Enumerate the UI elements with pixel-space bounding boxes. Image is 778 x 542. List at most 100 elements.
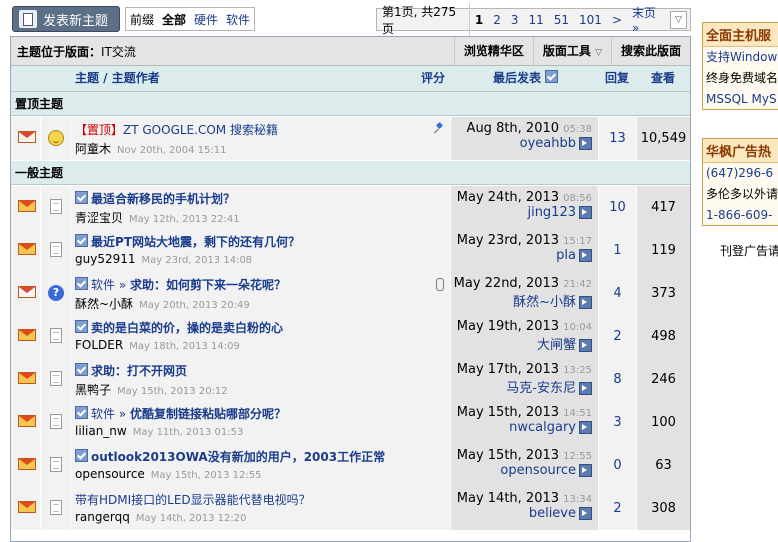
topic-author: 青涩宝贝 May 12th, 2013 22:41 bbox=[75, 209, 450, 226]
last-poster-link[interactable]: jing123 bbox=[527, 205, 576, 220]
topic-board[interactable]: 软件 » bbox=[91, 407, 130, 421]
page-1[interactable]: 1 bbox=[470, 13, 488, 27]
last-poster-link[interactable]: nwcalgary bbox=[509, 420, 576, 435]
go-to-last-post-icon[interactable] bbox=[579, 339, 592, 352]
page-51[interactable]: 51 bbox=[549, 13, 574, 27]
go-to-last-post-icon[interactable] bbox=[579, 206, 592, 219]
topic-title[interactable]: 软件 » 优酷复制链接粘贴哪部分呢？ bbox=[75, 405, 450, 422]
page-11[interactable]: 11 bbox=[523, 13, 548, 27]
page-3[interactable]: 3 bbox=[506, 13, 524, 27]
last-poster-link[interactable]: 大闸蟹 bbox=[537, 338, 576, 353]
reply-count[interactable]: 8 bbox=[599, 358, 637, 401]
ad-huafeng[interactable]: 华枫广告热 (647)296-6 多伦多以外请 1-866-609- bbox=[702, 138, 778, 226]
topic-date: May 20th, 2013 20:49 bbox=[139, 300, 250, 311]
filter-software[interactable]: 软件 bbox=[226, 11, 250, 28]
author-name[interactable]: rangerqq bbox=[75, 510, 130, 524]
breadcrumb-label: 主题位于版面： bbox=[17, 44, 102, 59]
envelope-icon bbox=[18, 243, 36, 255]
topic-title[interactable]: 求助：打不开网页 bbox=[75, 362, 450, 379]
last-poster-link[interactable]: pla bbox=[556, 248, 576, 263]
last-poster-link[interactable]: oyeahbb bbox=[520, 136, 576, 151]
col-replies[interactable]: 回复 bbox=[605, 66, 629, 91]
last-post-day: May 24th, 2013 bbox=[456, 190, 560, 205]
last-poster-link[interactable]: 马克-安东尼 bbox=[506, 381, 576, 396]
col-views[interactable]: 查看 bbox=[651, 66, 675, 91]
next-page-link[interactable]: > bbox=[607, 13, 627, 27]
chevron-down-icon[interactable]: ▽ bbox=[669, 10, 687, 29]
last-post-user: opensource bbox=[451, 463, 592, 478]
last-post-cell: May 15th, 2013 12:55 opensource bbox=[451, 444, 599, 487]
author-name[interactable]: 酥然~小酥 bbox=[75, 297, 133, 311]
go-to-last-post-icon[interactable] bbox=[579, 137, 592, 150]
topic-title[interactable]: 卖的是白菜的价，操的是卖白粉的心 bbox=[75, 319, 450, 336]
envelope-icon bbox=[18, 286, 36, 298]
last-page-link[interactable]: 末页 » bbox=[627, 4, 670, 35]
author-name[interactable]: lilian_nw bbox=[75, 424, 127, 438]
last-poster-link[interactable]: opensource bbox=[500, 463, 576, 478]
topic-title[interactable]: 软件 » 求助：如何剪下来一朵花呢？ bbox=[75, 276, 450, 293]
topic-board[interactable]: 软件 » bbox=[91, 278, 130, 292]
paperclip-icon bbox=[436, 278, 444, 291]
advertise-link[interactable]: 刊登广告请 bbox=[720, 242, 778, 259]
page-2[interactable]: 2 bbox=[488, 13, 506, 27]
filter-hardware[interactable]: 硬件 bbox=[194, 11, 218, 28]
reply-count[interactable]: 1 bbox=[599, 229, 637, 272]
table-row: outlook2013OWA没有新加的用户，2003工作正常 opensource… bbox=[11, 444, 690, 488]
reply-count[interactable]: 0 bbox=[599, 444, 637, 487]
last-poster-link[interactable]: believe bbox=[529, 506, 576, 521]
last-post-cell: May 23rd, 2013 15:17 pla bbox=[451, 229, 599, 272]
topic-title[interactable]: 最近PT网站大地震，剩下的还有几何？ bbox=[75, 233, 450, 250]
forum-tools-button[interactable]: 版面工具 ▽ bbox=[532, 37, 611, 65]
go-to-last-post-icon[interactable] bbox=[579, 507, 592, 520]
author-name[interactable]: 阿童木 bbox=[75, 142, 111, 156]
go-to-last-post-icon[interactable] bbox=[579, 382, 592, 395]
last-poster-link[interactable]: 酥然~小酥 bbox=[513, 295, 576, 310]
topic-title[interactable]: outlook2013OWA没有新加的用户，2003工作正常 bbox=[75, 448, 450, 465]
last-post-day: Aug 8th, 2010 bbox=[466, 121, 560, 136]
topic-title[interactable]: 带有HDMI接口的LED显示器能代替电视吗？ bbox=[75, 491, 450, 508]
read-check-icon bbox=[75, 363, 88, 376]
document-icon bbox=[50, 457, 62, 472]
status-cell bbox=[11, 272, 41, 315]
go-to-last-post-icon[interactable] bbox=[579, 464, 592, 477]
go-to-last-post-icon[interactable] bbox=[579, 421, 592, 434]
reply-count[interactable]: 13 bbox=[599, 117, 637, 160]
page-101[interactable]: 101 bbox=[574, 13, 607, 27]
reply-count[interactable]: 2 bbox=[599, 315, 637, 358]
author-name[interactable]: guy52911 bbox=[75, 252, 136, 266]
last-post-time: 10:04 bbox=[563, 322, 592, 333]
author-name[interactable]: 青涩宝贝 bbox=[75, 211, 123, 225]
col-topic-author[interactable]: 主题 / 主题作者 bbox=[75, 66, 160, 91]
new-topic-label: 发表新主题 bbox=[43, 13, 109, 29]
table-row: 求助：打不开网页 黑鸭子 May 15th, 2013 20:12 May 17th,… bbox=[11, 358, 690, 402]
reply-count[interactable]: 4 bbox=[599, 272, 637, 315]
topic-title[interactable]: 最适合新移民的手机计划？ bbox=[75, 190, 450, 207]
go-to-last-post-icon[interactable] bbox=[579, 296, 592, 309]
topic-author: FOLDER May 18th, 2013 14:09 bbox=[75, 338, 450, 352]
go-to-last-post-icon[interactable] bbox=[579, 249, 592, 262]
topic-title[interactable]: 【置顶】ZT GOOGLE.COM 搜索秘籍 bbox=[75, 121, 450, 138]
author-name[interactable]: FOLDER bbox=[75, 338, 123, 352]
last-post-day: May 23rd, 2013 bbox=[456, 233, 560, 248]
col-rating[interactable]: 评分 bbox=[421, 66, 445, 91]
document-icon bbox=[50, 414, 62, 429]
col-last-post[interactable]: 最后发表 bbox=[493, 66, 561, 91]
topic-icon-cell bbox=[41, 487, 71, 530]
reply-count[interactable]: 10 bbox=[599, 186, 637, 229]
ad-hosting[interactable]: 全面主机服 支持Window 终身免费域名 MSSQL MyS bbox=[702, 22, 778, 110]
browse-digest-button[interactable]: 浏览精华区 bbox=[453, 37, 533, 65]
search-forum-button[interactable]: 搜索此版面 bbox=[610, 37, 690, 65]
topic-date: May 14th, 2013 12:20 bbox=[135, 513, 247, 524]
reply-count[interactable]: 3 bbox=[599, 401, 637, 444]
envelope-icon bbox=[18, 329, 36, 341]
breadcrumb-forum[interactable]: IT交流 bbox=[101, 45, 136, 59]
filter-prefix-label: 前缀 bbox=[130, 12, 155, 27]
author-name[interactable]: opensource bbox=[75, 467, 145, 481]
new-topic-button[interactable]: 发表新主题 bbox=[12, 6, 120, 32]
envelope-icon bbox=[18, 200, 36, 212]
reply-count[interactable]: 2 bbox=[599, 487, 637, 530]
filter-all[interactable]: 全部 bbox=[162, 11, 186, 28]
envelope-icon bbox=[18, 131, 36, 143]
new-topic-icon bbox=[19, 10, 37, 28]
author-name[interactable]: 黑鸭子 bbox=[75, 383, 111, 397]
